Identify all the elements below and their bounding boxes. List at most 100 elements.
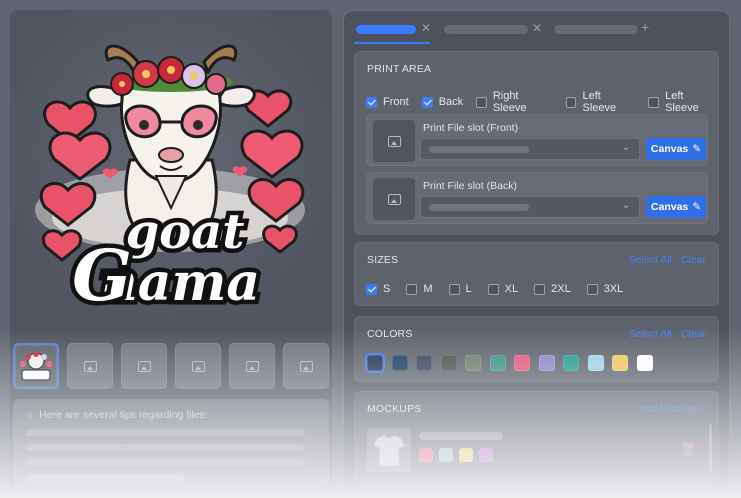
color-swatch[interactable] [465,355,481,371]
tips-title: Here are several tips regarding files: [39,409,208,421]
mockups-title: MOCKUPS [367,403,422,415]
slot-thumbnail[interactable] [373,178,415,220]
design-thumbnail-icon [16,346,56,386]
color-swatch[interactable] [391,355,408,371]
checkbox-icon[interactable] [534,283,546,295]
colors-clear-link[interactable]: Clear [681,328,706,340]
checkbox-left-sleeve[interactable]: Left Sleeve [565,90,636,114]
color-swatch[interactable] [612,355,628,371]
active-tab-underline [354,42,430,44]
print-file-select-back[interactable]: ⌄ [420,196,640,218]
color-swatch[interactable] [563,355,579,371]
skeleton-line [25,459,305,466]
thumbnail-slot[interactable] [229,343,275,389]
thumbnail-design[interactable] [13,343,59,389]
image-icon [137,360,151,372]
color-swatch[interactable] [514,355,530,371]
size-xl[interactable]: XL [487,283,518,295]
image-icon [191,360,205,372]
design-preview: goat nama G [10,10,332,332]
color-swatch[interactable] [587,355,604,371]
thumbnail-slot[interactable] [283,343,329,389]
size-2xl[interactable]: 2XL [534,283,571,295]
skeleton-line [25,429,305,436]
slot-thumbnail[interactable] [373,120,415,162]
size-s[interactable]: S [366,283,390,295]
select-placeholder [429,146,529,153]
colors-title: COLORS [367,328,413,340]
color-swatch[interactable] [538,355,555,371]
left-panel: goat nama G ☼ Here are several tips rega… [10,10,332,490]
checkbox-left-sleeve-2[interactable]: Left Sleeve [648,90,718,114]
slot-label: Print File slot (Front) [423,122,519,134]
sizes-actions: Select All Clear [629,254,706,266]
heart-icon [240,129,304,179]
tshirt-icon [372,434,406,467]
checkbox-icon[interactable] [648,96,660,108]
thumbnail-slot[interactable] [175,343,221,389]
mockup-color-swatch[interactable] [459,448,473,462]
image-icon [245,360,259,372]
checkbox-checked-icon[interactable] [366,96,377,108]
size-m[interactable]: M [406,283,433,295]
sizes-clear-link[interactable]: Clear [681,254,706,266]
trash-icon[interactable]: 🗑 [681,442,696,456]
print-area-title: PRINT AREA [367,63,432,75]
size-options: S M L XL 2XL 3XL [366,283,623,295]
color-swatch[interactable] [489,355,506,371]
colors-select-all-link[interactable]: Select All [629,328,672,340]
mockup-thumbnail[interactable] [367,428,411,472]
checkbox-right-sleeve[interactable]: Right Sleeve [476,90,553,114]
checkbox-checked-icon[interactable] [421,96,433,108]
canvas-button-front[interactable]: Canvas ✎ [646,138,706,160]
skeleton-line [25,474,185,481]
mockup-color-swatch[interactable] [439,448,453,462]
canvas-button-back[interactable]: Canvas ✎ [646,196,706,218]
color-swatch[interactable] [636,355,653,371]
pen-icon: ✎ [692,201,702,213]
print-file-slot-front: Print File slot (Front) ⌄ Canvas ✎ [366,114,708,166]
tab-3[interactable] [554,25,638,34]
add-tab-icon[interactable]: + [641,19,649,35]
checkbox-checked-icon[interactable] [366,283,377,295]
tab-active[interactable] [356,25,416,34]
lightbulb-icon: ☼ [25,409,35,421]
mockups-section: MOCKUPS Add Mockup + 🗑 [354,391,719,487]
checkbox-icon[interactable] [565,96,577,108]
color-swatch[interactable] [440,355,457,371]
colors-section: COLORS Select All Clear [354,316,719,382]
color-swatch[interactable] [365,353,385,373]
tab-2[interactable] [444,25,528,34]
goat-nama-artwork: goat nama G [35,44,305,322]
add-mockup-button[interactable]: Add Mockup + [639,403,706,415]
sizes-title: SIZES [367,254,399,266]
print-file-select-front[interactable]: ⌄ [420,138,640,160]
size-l[interactable]: L [448,283,472,295]
sizes-section: SIZES Select All Clear S M L XL 2XL 3XL [354,242,719,306]
skeleton-line [25,444,305,451]
sizes-select-all-link[interactable]: Select All [629,254,672,266]
close-icon[interactable]: ✕ [421,21,431,35]
checkbox-icon[interactable] [406,283,418,295]
mockups-actions: Add Mockup + [639,403,706,415]
checkbox-back[interactable]: Back [421,96,463,108]
checkbox-icon[interactable] [487,283,499,295]
size-3xl[interactable]: 3XL [586,283,623,295]
checkbox-icon[interactable] [448,283,460,295]
checkbox-icon[interactable] [476,96,487,108]
checkbox-front[interactable]: Front [366,96,409,108]
tab-bar: ✕ ✕ + [354,19,714,44]
image-icon [387,193,401,205]
mockup-color-swatch[interactable] [419,448,433,462]
print-area-options: Front Back Right Sleeve Left Sleeve Left… [366,90,718,114]
select-placeholder [429,204,529,211]
scrollbar[interactable] [709,424,712,472]
color-swatch[interactable] [416,355,432,371]
checkbox-icon[interactable] [586,283,598,295]
mockup-color-swatch[interactable] [479,448,493,462]
thumbnail-slot[interactable] [121,343,167,389]
heart-icon [48,131,112,181]
close-icon[interactable]: ✕ [532,21,542,35]
image-icon [299,360,313,372]
thumbnail-slot[interactable] [67,343,113,389]
